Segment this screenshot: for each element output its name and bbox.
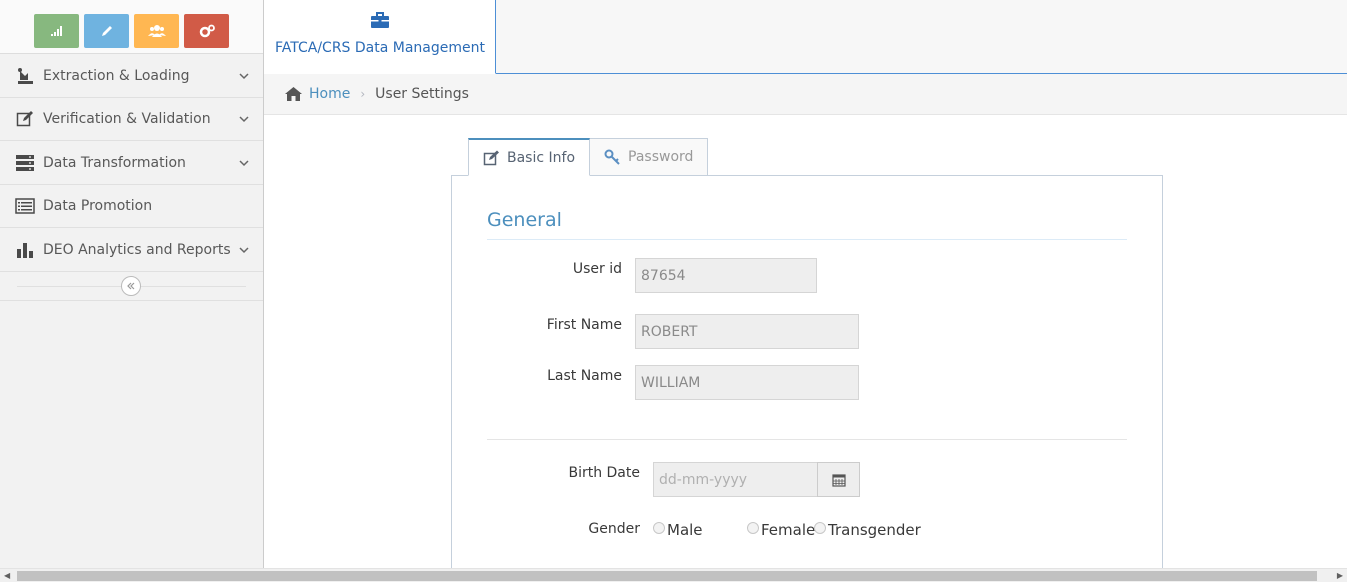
- server-icon: [15, 153, 35, 173]
- gender-male-radio[interactable]: [653, 522, 665, 534]
- cogs-icon: [199, 24, 215, 38]
- gender-female-label: Female: [761, 521, 816, 539]
- sidebar-item-label: Data Transformation: [43, 154, 186, 171]
- user-id-label: User id: [572, 261, 622, 277]
- sidebar: Extraction & Loading Verification & Vali…: [0, 0, 264, 568]
- gender-label: Gender: [588, 521, 640, 537]
- sidebar-item-deo-analytics[interactable]: DEO Analytics and Reports: [0, 228, 263, 272]
- gender-female-option[interactable]: Female: [747, 521, 815, 539]
- sidebar-item-data-transformation[interactable]: Data Transformation: [0, 141, 263, 185]
- home-icon: [285, 87, 302, 101]
- edit-icon: [15, 109, 35, 129]
- settings-tabs: Basic Info Password: [468, 138, 709, 176]
- shortcut-pencil-button[interactable]: [84, 14, 129, 48]
- gender-transgender-radio[interactable]: [814, 522, 826, 534]
- bar-chart-icon: [15, 240, 35, 260]
- shortcut-signal-button[interactable]: [34, 14, 79, 48]
- tab-fatca-crs[interactable]: FATCA/CRS Data Management: [264, 0, 496, 74]
- edit-icon: [483, 150, 499, 165]
- gender-transgender-option[interactable]: Transgender: [814, 521, 921, 539]
- signal-icon: [50, 26, 62, 36]
- scroll-right-icon[interactable]: ▶: [1337, 571, 1343, 580]
- gender-male-label: Male: [667, 521, 703, 539]
- first-name-field[interactable]: ROBERT: [635, 314, 859, 349]
- breadcrumb-separator-icon: ›: [360, 87, 366, 101]
- breadcrumb: Home › User Settings: [264, 74, 1347, 115]
- sidebar-item-verification-validation[interactable]: Verification & Validation: [0, 98, 263, 141]
- tab-label: FATCA/CRS Data Management: [275, 40, 485, 56]
- breadcrumb-current: User Settings: [375, 86, 469, 102]
- pencil-icon: [101, 26, 112, 36]
- basic-info-panel: General User id 87654 First Name ROBERT …: [451, 175, 1163, 575]
- users-icon: [147, 25, 166, 37]
- shortcut-cogs-button[interactable]: [184, 14, 229, 48]
- tab-password[interactable]: Password: [589, 138, 709, 176]
- sidebar-item-label: Verification & Validation: [43, 111, 211, 127]
- horizontal-scrollbar[interactable]: ◀ ▶: [0, 568, 1347, 582]
- extraction-icon: [15, 66, 35, 86]
- gender-female-radio[interactable]: [747, 522, 759, 534]
- divider: [487, 239, 1127, 240]
- chevron-down-icon: [239, 246, 249, 253]
- top-navbar: FATCA/CRS Data Management: [264, 0, 1347, 74]
- tab-label: Password: [628, 149, 694, 165]
- section-title: General: [487, 209, 562, 231]
- chevron-down-icon: [239, 116, 249, 123]
- calendar-button[interactable]: [817, 462, 860, 497]
- first-name-label: First Name: [546, 317, 622, 333]
- calendar-icon: [831, 473, 846, 487]
- chevron-down-icon: [239, 159, 249, 166]
- sidebar-collapse-button[interactable]: [121, 276, 141, 296]
- tab-basic-info[interactable]: Basic Info: [468, 138, 591, 176]
- briefcase-icon: [371, 12, 389, 28]
- sidebar-collapse-row: [0, 272, 263, 301]
- chevron-down-icon: [239, 72, 249, 79]
- gender-transgender-label: Transgender: [828, 521, 921, 539]
- breadcrumb-home-link[interactable]: Home: [309, 86, 350, 102]
- user-id-field[interactable]: 87654: [635, 258, 817, 293]
- last-name-label: Last Name: [547, 368, 622, 384]
- sidebar-item-label: Data Promotion: [43, 198, 153, 214]
- birth-date-label: Birth Date: [568, 465, 640, 481]
- gender-male-option[interactable]: Male: [653, 521, 703, 539]
- sidebar-item-extraction-loading[interactable]: Extraction & Loading: [0, 54, 263, 98]
- sidebar-item-data-promotion[interactable]: Data Promotion: [0, 185, 263, 228]
- birth-date-field[interactable]: dd-mm-yyyy: [653, 462, 819, 497]
- sidebar-item-label: DEO Analytics and Reports: [43, 241, 231, 258]
- divider: [487, 439, 1127, 440]
- sidebar-item-label: Extraction & Loading: [43, 67, 190, 84]
- scroll-left-icon[interactable]: ◀: [4, 571, 10, 580]
- shortcut-users-button[interactable]: [134, 14, 179, 48]
- sidebar-shortcuts: [0, 0, 263, 54]
- key-icon: [604, 149, 620, 165]
- last-name-field[interactable]: WILLIAM: [635, 365, 859, 400]
- scrollbar-thumb[interactable]: [17, 571, 1317, 581]
- double-left-icon: [127, 282, 135, 290]
- list-icon: [15, 196, 35, 216]
- tab-label: Basic Info: [507, 149, 576, 166]
